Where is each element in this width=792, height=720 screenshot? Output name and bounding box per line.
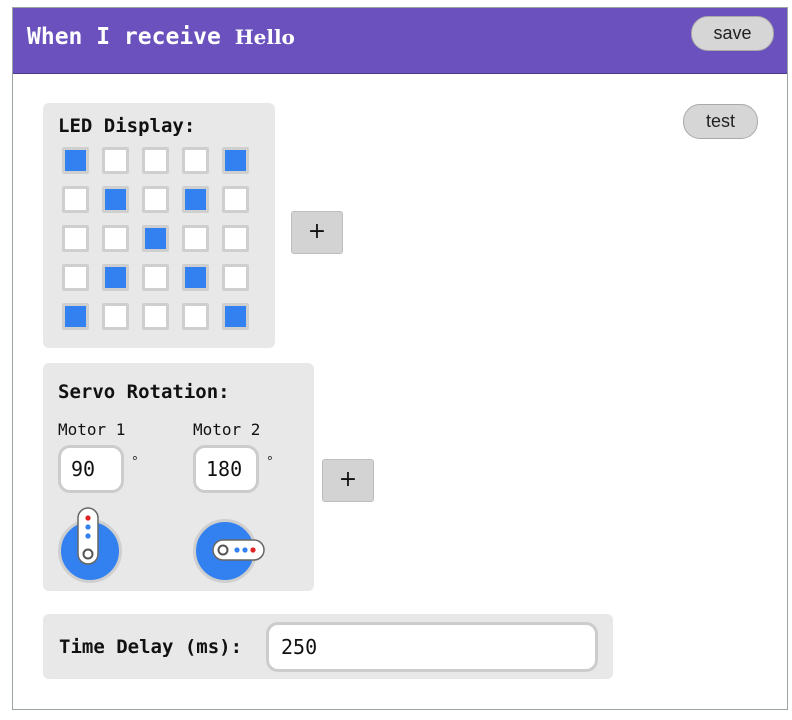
led-cell-r5-c1[interactable] <box>62 303 89 330</box>
motor-1-degree-symbol: ° <box>131 455 139 470</box>
led-cell-r3-c5[interactable] <box>222 225 249 252</box>
led-display-title: LED Display: <box>58 115 196 137</box>
motor-2-label: Motor 2 <box>193 420 261 439</box>
led-cell-r2-c4[interactable] <box>182 186 209 213</box>
led-cell-r3-c1[interactable] <box>62 225 89 252</box>
time-delay-input[interactable] <box>266 622 598 672</box>
test-button[interactable]: test <box>683 104 758 139</box>
led-cell-r5-c5[interactable] <box>222 303 249 330</box>
led-cell-r1-c5[interactable] <box>222 147 249 174</box>
led-cell-r4-c1[interactable] <box>62 264 89 291</box>
rule-editor-window: When I receive Hello save test LED Displ… <box>12 7 788 710</box>
led-cell-r5-c4[interactable] <box>182 303 209 330</box>
led-cell-r5-c2[interactable] <box>102 303 129 330</box>
servo-rotation-panel: Servo Rotation: Motor 1 ° Motor 2 ° <box>43 363 314 591</box>
led-cell-r4-c3[interactable] <box>142 264 169 291</box>
motor-1-label: Motor 1 <box>58 420 126 439</box>
led-cell-r1-c1[interactable] <box>62 147 89 174</box>
led-cell-r2-c2[interactable] <box>102 186 129 213</box>
led-cell-r4-c2[interactable] <box>102 264 129 291</box>
led-cell-r4-c4[interactable] <box>182 264 209 291</box>
motor-2-servo-arm-icon <box>212 539 265 561</box>
led-cell-r1-c3[interactable] <box>142 147 169 174</box>
led-cell-r3-c2[interactable] <box>102 225 129 252</box>
motor-2-degree-symbol: ° <box>266 455 274 470</box>
led-cell-r2-c1[interactable] <box>62 186 89 213</box>
save-button[interactable]: save <box>691 16 774 51</box>
message-name: Hello <box>234 25 295 49</box>
led-cell-r4-c5[interactable] <box>222 264 249 291</box>
led-cell-r1-c4[interactable] <box>182 147 209 174</box>
led-cell-r3-c4[interactable] <box>182 225 209 252</box>
motor-2-degrees-input[interactable] <box>193 445 259 493</box>
led-cell-r1-c2[interactable] <box>102 147 129 174</box>
led-cell-r2-c3[interactable] <box>142 186 169 213</box>
servo-rotation-title: Servo Rotation: <box>58 381 230 403</box>
title-prefix: When I receive <box>27 24 235 50</box>
time-delay-label: Time Delay (ms): <box>59 636 243 658</box>
header-bar: When I receive Hello save <box>13 8 787 74</box>
led-cell-r2-c5[interactable] <box>222 186 249 213</box>
led-display-panel: LED Display: <box>43 103 275 348</box>
add-led-frame-button[interactable]: + <box>291 211 343 254</box>
motor-1-degrees-input[interactable] <box>58 445 124 493</box>
page-title: When I receive Hello <box>27 24 295 50</box>
add-servo-button[interactable]: + <box>322 459 374 502</box>
motor-1-servo-arm-icon <box>77 507 99 565</box>
led-cell-r3-c3[interactable] <box>142 225 169 252</box>
led-cell-r5-c3[interactable] <box>142 303 169 330</box>
time-delay-panel: Time Delay (ms): <box>43 614 613 679</box>
